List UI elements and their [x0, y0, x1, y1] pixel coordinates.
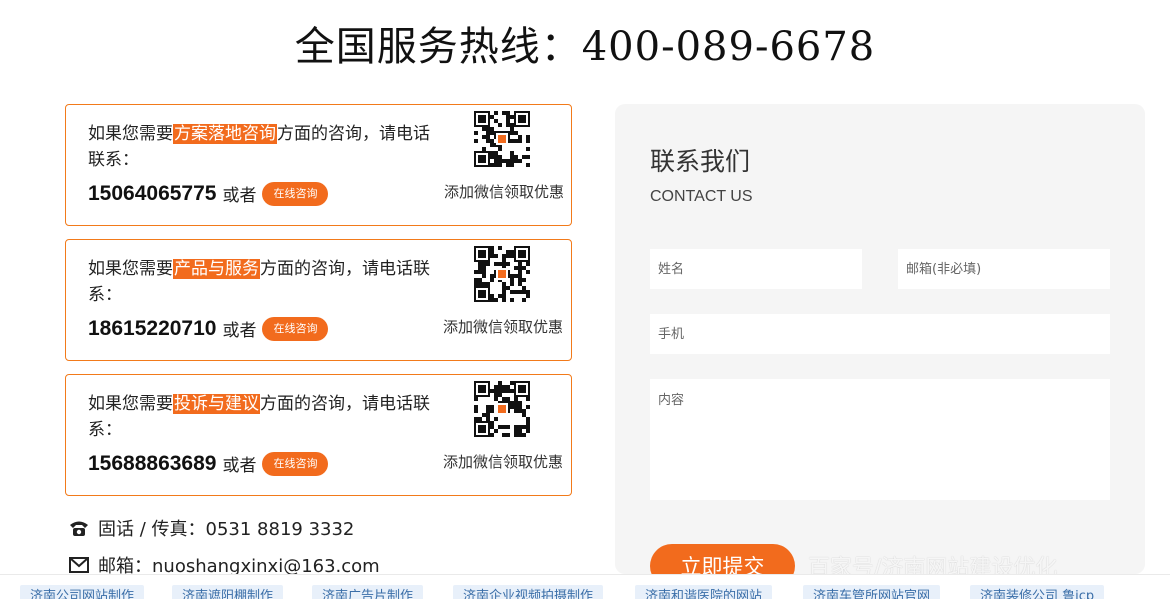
card-topic: 产品与服务 — [173, 259, 260, 279]
wechat-qr-code-icon — [474, 381, 530, 437]
card-topic: 方案落地咨询 — [173, 124, 277, 144]
online-consult-button[interactable]: 在线咨询 — [262, 451, 329, 476]
tag-link[interactable]: 济南广告片制作 — [312, 585, 424, 599]
content-textarea[interactable] — [650, 379, 1110, 500]
phone-number[interactable]: 15064065775 — [88, 182, 216, 206]
tag-link[interactable]: 济南企业视频拍摄制作 — [453, 585, 604, 599]
wechat-qr-code-icon — [474, 111, 530, 167]
card-phone-line: 15688863689 或者 在线咨询 — [88, 451, 329, 476]
online-consult-button[interactable]: 在线咨询 — [262, 181, 329, 206]
tag-link[interactable]: 济南装修公司 鲁icp — [970, 585, 1105, 599]
service-hotline: 全国服务热线：400-089-6678 — [294, 24, 876, 70]
card-question: 如果您需要产品与服务方面的咨询，请电话联系： — [88, 256, 438, 308]
tag-link[interactable]: 济南和谐医院的网站 — [635, 585, 773, 599]
card-question: 如果您需要方案落地咨询方面的咨询，请电话联系： — [88, 121, 438, 173]
envelope-icon — [68, 555, 90, 575]
online-consult-button[interactable]: 在线咨询 — [262, 316, 329, 341]
or-text: 或者 — [222, 321, 257, 341]
email-input[interactable] — [898, 249, 1110, 289]
telephone-icon — [68, 518, 90, 538]
qr-caption: 添加微信领取优惠 — [444, 183, 565, 201]
consult-card-complaint: 如果您需要投诉与建议方面的咨询，请电话联系： 15688863689 或者 在线… — [65, 374, 572, 496]
phone-number[interactable]: 18615220710 — [88, 317, 216, 341]
card-phone-line: 15064065775 或者 在线咨询 — [88, 181, 329, 206]
card-question: 如果您需要投诉与建议方面的咨询，请电话联系： — [88, 391, 438, 443]
tel-fax-line: 固话 / 传真：0531 8819 3332 — [68, 515, 354, 541]
tag-link[interactable]: 济南遮阳棚制作 — [172, 585, 284, 599]
tag-link[interactable]: 济南公司网站制作 — [20, 585, 145, 599]
form-subtitle: CONTACT US — [650, 188, 753, 205]
form-title: 联系我们 — [650, 147, 751, 176]
card-prefix: 如果您需要 — [88, 124, 173, 144]
consult-card-product: 如果您需要产品与服务方面的咨询，请电话联系： 18615220710 或者 在线… — [65, 239, 572, 361]
card-prefix: 如果您需要 — [88, 394, 173, 414]
tag-link[interactable]: 济南车管所网站官网 — [803, 585, 941, 599]
name-input[interactable] — [650, 249, 862, 289]
wechat-qr-code-icon — [474, 246, 530, 302]
mobile-input[interactable] — [650, 314, 1110, 354]
contact-form-panel: 联系我们 CONTACT US 立即提交 — [615, 104, 1145, 588]
card-phone-line: 18615220710 或者 在线咨询 — [88, 316, 329, 341]
or-text: 或者 — [222, 186, 257, 206]
card-topic: 投诉与建议 — [173, 394, 260, 414]
card-prefix: 如果您需要 — [88, 259, 173, 279]
qr-caption: 添加微信领取优惠 — [443, 318, 564, 336]
consult-card-solution: 如果您需要方案落地咨询方面的咨询，请电话联系： 15064065775 或者 在… — [65, 104, 572, 226]
phone-number[interactable]: 15688863689 — [88, 452, 216, 476]
related-tags-bar: 济南公司网站制作 济南遮阳棚制作 济南广告片制作 济南企业视频拍摄制作 济南和谐… — [0, 574, 1170, 599]
qr-caption: 添加微信领取优惠 — [443, 453, 564, 471]
or-text: 或者 — [222, 456, 257, 476]
tel-fax-text: 固话 / 传真：0531 8819 3332 — [98, 519, 355, 540]
